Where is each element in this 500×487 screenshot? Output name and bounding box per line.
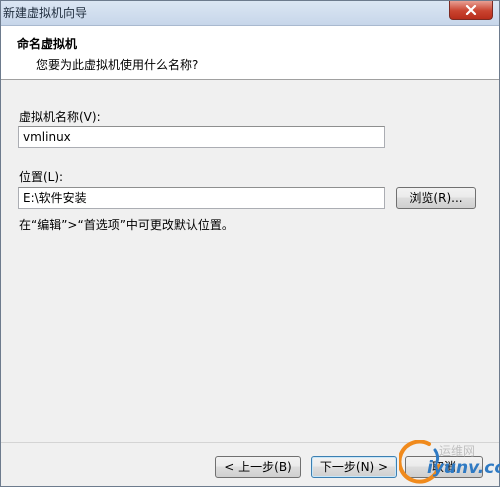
browse-button[interactable]: 浏览(R)...	[396, 187, 476, 209]
title-bar[interactable]: 新建虚拟机向导	[1, 1, 499, 26]
wizard-header: 命名虚拟机 您要为此虚拟机使用什么名称?	[1, 26, 499, 80]
wizard-window: 新建虚拟机向导 命名虚拟机 您要为此虚拟机使用什么名称? 虚拟机名称(V): v…	[0, 0, 500, 487]
back-button[interactable]: < 上一步(B)	[215, 456, 301, 478]
page-title: 命名虚拟机	[17, 37, 78, 51]
close-button[interactable]	[449, 1, 493, 20]
location-label: 位置(L):	[19, 170, 64, 184]
page-subtitle: 您要为此虚拟机使用什么名称?	[36, 58, 199, 72]
watermark-text: 运维网	[439, 444, 476, 458]
window-title: 新建虚拟机向导	[3, 6, 88, 20]
vm-name-input[interactable]: vmlinux	[18, 126, 385, 148]
vm-name-label: 虚拟机名称(V):	[19, 110, 101, 124]
location-hint: 在“编辑”>“首选项”中可更改默认位置。	[19, 218, 234, 232]
site-watermark: 运维网 iyunv.com	[399, 440, 500, 484]
location-input[interactable]: E:\软件安装	[18, 187, 385, 209]
close-icon	[465, 5, 477, 15]
watermark-domain: iyunv.com	[427, 458, 500, 478]
next-button[interactable]: 下一步(N) >	[311, 456, 397, 478]
